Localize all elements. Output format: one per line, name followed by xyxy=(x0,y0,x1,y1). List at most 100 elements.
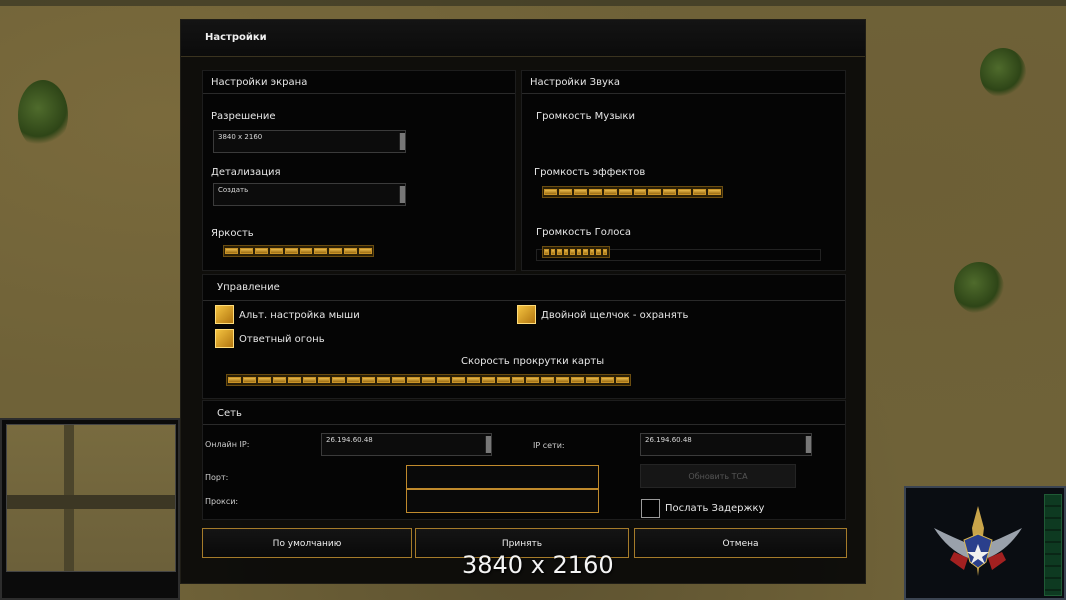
slider-segment xyxy=(392,377,406,383)
scroll-speed-slider[interactable] xyxy=(226,374,631,386)
slider-segment xyxy=(603,189,617,195)
slider-segment xyxy=(451,377,465,383)
slider-segment xyxy=(421,377,435,383)
slider-segment xyxy=(663,189,677,195)
slider-segment xyxy=(563,249,569,255)
slider-segment xyxy=(573,189,587,195)
screen-settings-title: Настройки экрана xyxy=(211,77,308,88)
slider-segment xyxy=(317,377,331,383)
minimap-terrain[interactable] xyxy=(6,424,176,572)
double-click-guard-checkbox[interactable] xyxy=(517,305,536,324)
online-ip-value: 26.194.60.48 xyxy=(326,436,373,444)
slider-segment xyxy=(526,377,540,383)
controls-panel: Управление Альт. настройка мыши Двойной … xyxy=(202,274,846,399)
settings-dialog: Настройки Настройки экрана Разрешение 38… xyxy=(180,19,866,584)
lan-ip-label: IP сети: xyxy=(533,441,565,450)
send-delay-checkbox[interactable] xyxy=(641,499,660,518)
slider-segment xyxy=(558,189,572,195)
slider-segment xyxy=(466,377,480,383)
port-input[interactable] xyxy=(406,465,599,489)
dialog-header: Настройки xyxy=(181,20,865,57)
defaults-button[interactable]: По умолчанию xyxy=(202,528,412,558)
accept-button-label: Принять xyxy=(501,539,543,549)
power-meter xyxy=(1044,494,1062,596)
slider-segment xyxy=(589,249,595,255)
minimap[interactable] xyxy=(0,418,180,600)
send-delay-label: Послать Задержку xyxy=(665,503,765,514)
slider-segment xyxy=(329,248,343,254)
resolution-select[interactable]: 3840 x 2160 xyxy=(213,130,406,153)
cancel-button[interactable]: Отмена xyxy=(634,528,847,558)
slider-segment xyxy=(407,377,420,383)
detail-scrollbar[interactable] xyxy=(399,186,405,203)
panel-header: Настройки Звука xyxy=(522,71,845,94)
proxy-label: Прокси: xyxy=(205,497,239,506)
return-fire-label: Ответный огонь xyxy=(239,334,325,345)
slider-segment xyxy=(550,249,556,255)
slider-segment xyxy=(678,189,692,195)
online-ip-label: Онлайн IP: xyxy=(205,440,250,449)
effects-volume-slider[interactable] xyxy=(542,186,723,198)
map-tree xyxy=(954,262,1004,314)
effects-volume-label: Громкость эффектов xyxy=(534,167,646,178)
slider-segment xyxy=(254,248,268,254)
brightness-slider[interactable] xyxy=(223,245,374,257)
slider-segment xyxy=(541,377,555,383)
map-tree xyxy=(980,48,1026,98)
slider-segment xyxy=(359,248,373,254)
resolution-scrollbar[interactable] xyxy=(399,133,405,150)
slider-segment xyxy=(302,377,316,383)
slider-segment xyxy=(481,377,495,383)
slider-segment xyxy=(225,248,238,254)
detail-select[interactable]: Создать xyxy=(213,183,406,206)
map-tree xyxy=(18,80,68,150)
slider-segment xyxy=(588,189,602,195)
slider-segment xyxy=(596,249,601,255)
slider-segment xyxy=(257,377,271,383)
music-volume-label: Громкость Музыки xyxy=(536,111,635,122)
network-title: Сеть xyxy=(217,408,242,419)
slider-segment xyxy=(269,248,283,254)
network-panel: Сеть Онлайн IP: 26.194.60.48 IP сети: 26… xyxy=(202,400,846,520)
return-fire-checkbox[interactable] xyxy=(215,329,234,348)
panel-header: Настройки экрана xyxy=(203,71,515,94)
slider-segment xyxy=(615,377,629,383)
dialog-title: Настройки xyxy=(205,32,267,43)
lan-ip-field[interactable]: 26.194.60.48 xyxy=(640,433,812,456)
alt-mouse-label: Альт. настройка мыши xyxy=(239,310,360,321)
screen-settings-panel: Настройки экрана Разрешение 3840 x 2160 … xyxy=(202,70,516,271)
faction-emblem-icon xyxy=(934,506,1022,576)
slider-segment xyxy=(544,249,549,255)
slider-segment xyxy=(314,248,328,254)
sound-settings-title: Настройки Звука xyxy=(530,77,621,88)
lan-ip-scrollbar[interactable] xyxy=(805,436,811,453)
online-ip-field[interactable]: 26.194.60.48 xyxy=(321,433,492,456)
minimap-road xyxy=(7,495,175,509)
slider-segment xyxy=(576,249,582,255)
slider-segment xyxy=(556,377,570,383)
online-ip-scrollbar[interactable] xyxy=(485,436,491,453)
slider-segment xyxy=(377,377,391,383)
slider-segment xyxy=(228,377,241,383)
detail-label: Детализация xyxy=(211,167,281,178)
slider-segment xyxy=(299,248,313,254)
slider-segment xyxy=(708,189,722,195)
slider-segment xyxy=(436,377,450,383)
slider-segment xyxy=(362,377,376,383)
slider-segment xyxy=(272,377,286,383)
alt-mouse-checkbox[interactable] xyxy=(215,305,234,324)
slider-segment xyxy=(570,249,575,255)
slider-segment xyxy=(347,377,361,383)
resolution-label: Разрешение xyxy=(211,111,276,122)
refresh-tca-button[interactable]: Обновить ТСА xyxy=(640,464,796,488)
top-status-strip xyxy=(0,0,1066,6)
voice-volume-label: Громкость Голоса xyxy=(536,227,632,238)
slider-segment xyxy=(511,377,525,383)
slider-segment xyxy=(601,377,614,383)
defaults-button-label: По умолчанию xyxy=(272,539,342,549)
proxy-input[interactable] xyxy=(406,489,599,513)
panel-header: Управление xyxy=(203,275,845,301)
voice-volume-slider[interactable] xyxy=(542,246,610,258)
refresh-tca-label: Обновить ТСА xyxy=(688,472,748,481)
slider-segment xyxy=(618,189,632,195)
